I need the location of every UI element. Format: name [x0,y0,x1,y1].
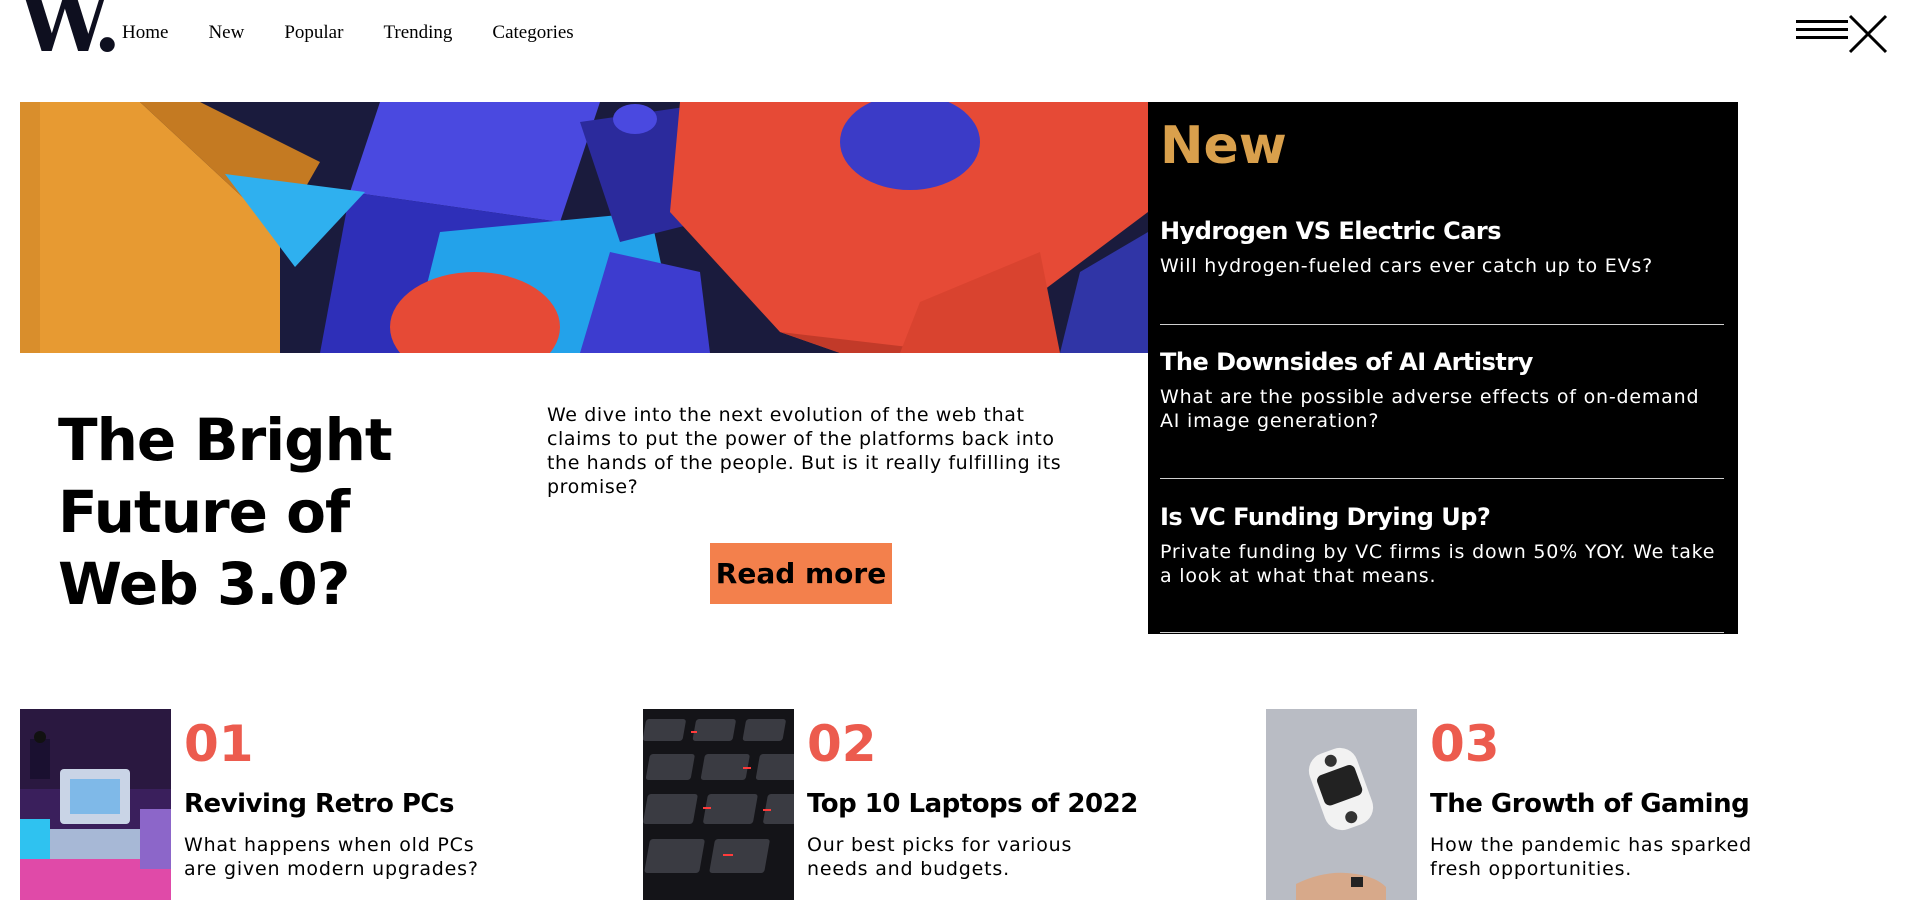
retro-pc-thumbnail[interactable] [20,709,171,900]
new-item-summary: Private funding by VC firms is down 50% … [1160,541,1716,587]
hero-image [20,102,1148,353]
laptop-keyboard-thumbnail[interactable] [643,709,794,900]
main-nav: Home New Popular Trending Categories [122,22,614,44]
new-item-title[interactable]: Hydrogen VS Electric Cars [1160,216,1724,246]
new-item[interactable]: Hydrogen VS Electric Cars Will hydrogen-… [1160,216,1724,278]
new-item-title[interactable]: The Downsides of AI Artistry [1160,347,1724,377]
nav-popular[interactable]: Popular [284,22,343,44]
nav-home[interactable]: Home [122,22,168,44]
nav-new[interactable]: New [208,22,244,44]
new-section-title: New [1160,116,1287,176]
article-number: 03 [1430,715,1500,773]
read-more-button[interactable]: Read more [710,543,892,604]
article-number: 01 [184,715,254,773]
top-article-card[interactable]: 03 The Growth of Gaming How the pandemic… [1266,709,1766,900]
menu-close-icon[interactable] [1796,14,1888,54]
site-logo[interactable]: W. [20,0,121,63]
new-item-summary: What are the possible adverse effects of… [1160,386,1700,432]
nav-trending[interactable]: Trending [383,22,452,44]
article-title[interactable]: Reviving Retro PCs [184,789,454,819]
article-title[interactable]: The Growth of Gaming [1430,789,1750,819]
article-number: 02 [807,715,877,773]
new-item-summary: Will hydrogen-fueled cars ever catch up … [1160,255,1653,277]
article-summary: What happens when old PCs are given mode… [184,834,479,880]
top-article-card[interactable]: 01 Reviving Retro PCs What happens when … [20,709,520,900]
new-item[interactable]: The Downsides of AI Artistry What are th… [1160,347,1724,433]
article-summary: How the pandemic has sparked fresh oppor… [1430,834,1752,880]
new-item[interactable]: Is VC Funding Drying Up? Private funding… [1160,502,1724,588]
divider [1160,478,1724,479]
article-summary: Our best picks for various needs and bud… [807,834,1073,880]
article-title[interactable]: Top 10 Laptops of 2022 [807,789,1138,819]
game-controller-thumbnail[interactable] [1266,709,1417,900]
new-articles-panel: New Hydrogen VS Electric Cars Will hydro… [1148,102,1738,634]
top-article-card[interactable]: 02 Top 10 Laptops of 2022 Our best picks… [643,709,1143,900]
hero-title[interactable]: The Bright Future of Web 3.0? [58,404,498,620]
divider [1160,632,1724,633]
hero-description: We dive into the next evolution of the w… [547,404,1062,498]
new-item-title[interactable]: Is VC Funding Drying Up? [1160,502,1724,532]
nav-categories[interactable]: Categories [492,22,573,44]
divider [1160,324,1724,325]
